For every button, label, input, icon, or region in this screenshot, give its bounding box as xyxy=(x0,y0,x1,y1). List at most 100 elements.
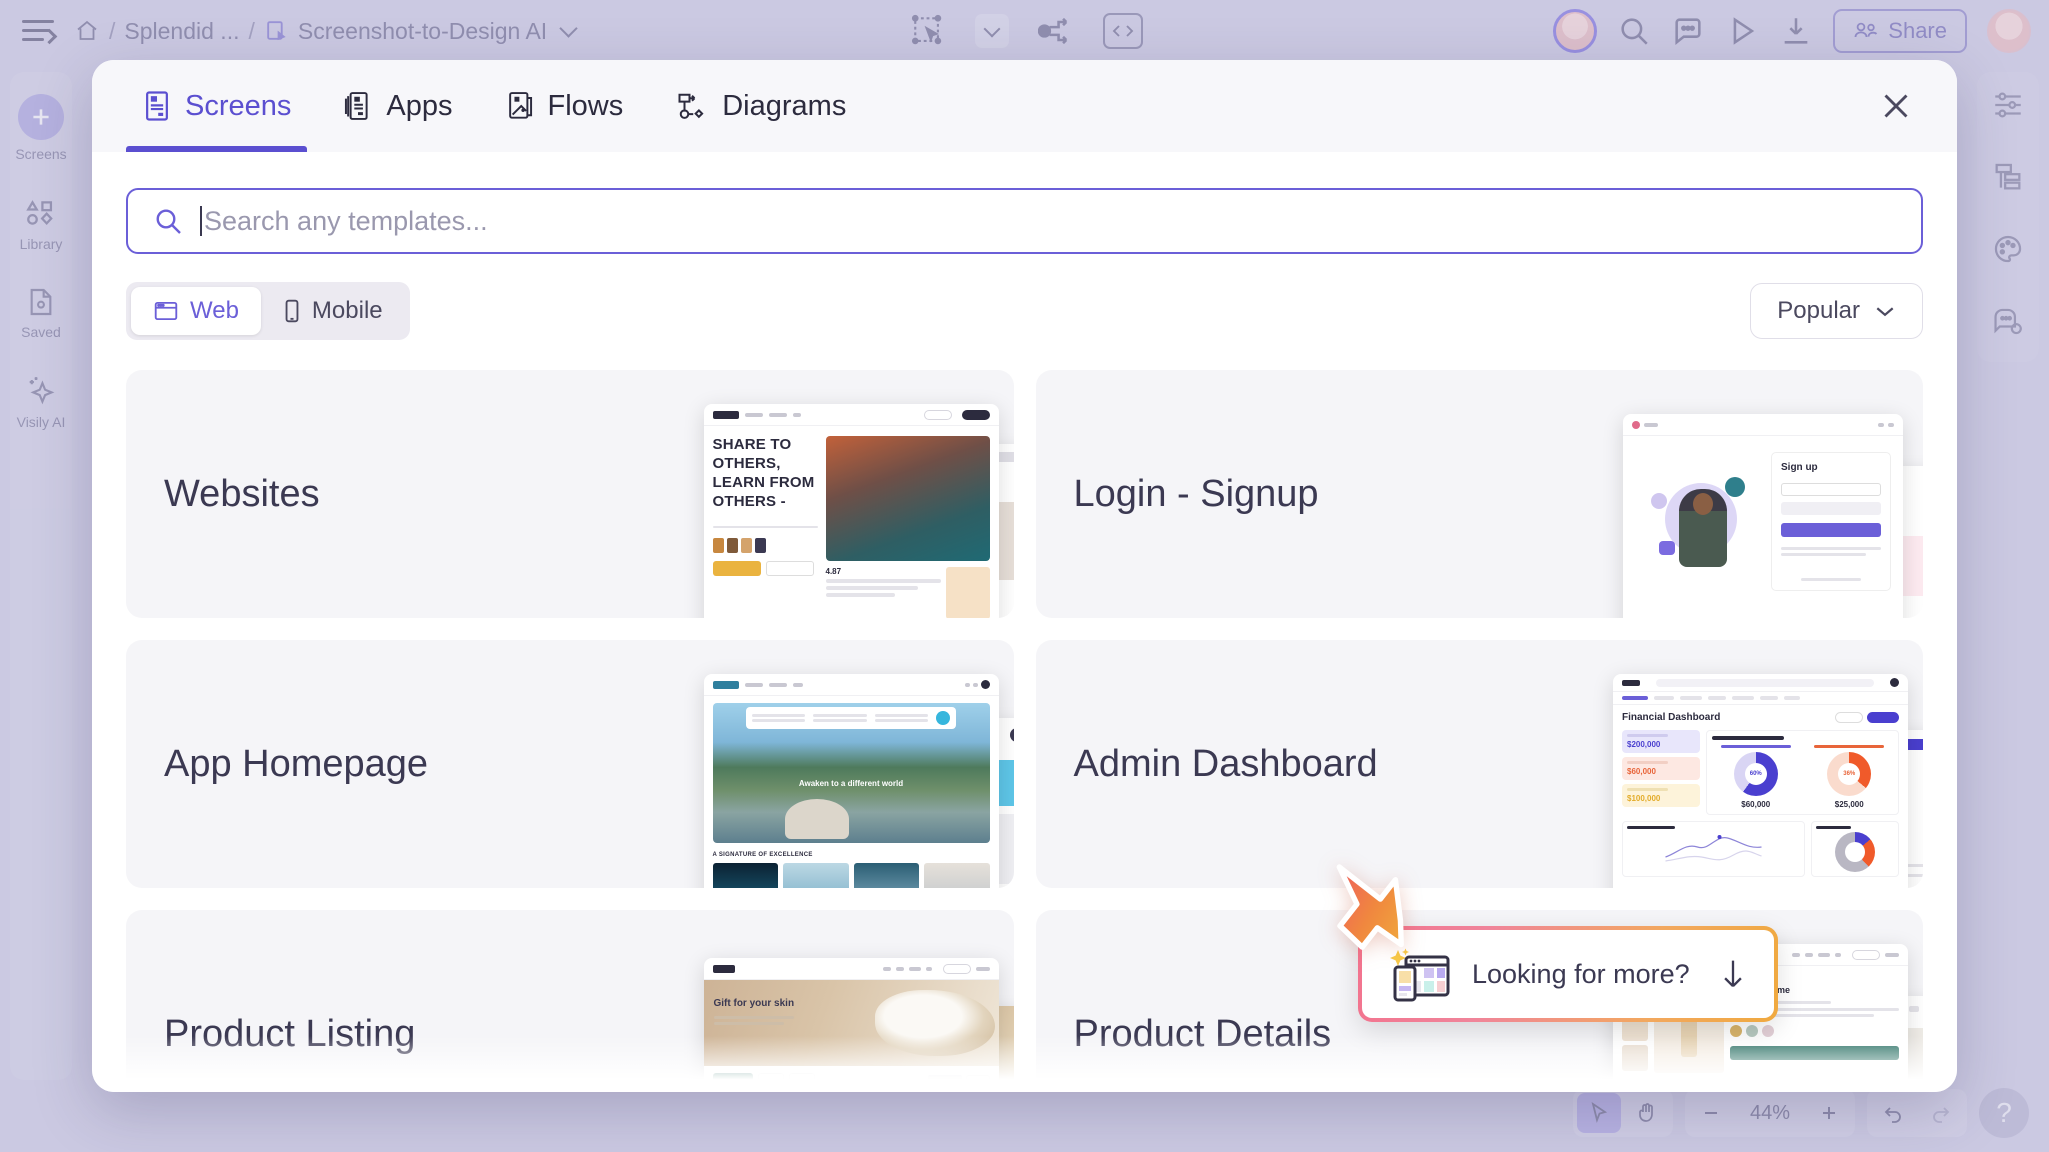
template-card-websites[interactable]: Websites SHARE TO OTHERS, LEARN FROM OTH… xyxy=(126,370,1014,618)
thumb-donut-2: 36% xyxy=(1838,763,1861,785)
template-card-login-signup[interactable]: Login - Signup Sign up xyxy=(1035,370,1923,618)
admin-dashboard-thumbnail: Financial Dashboard $200,000 $60,000 $10… xyxy=(1613,674,1923,888)
platform-filter-mobile[interactable]: Mobile xyxy=(261,287,405,335)
code-brackets-icon[interactable] xyxy=(1102,13,1143,49)
saved-file-icon xyxy=(30,288,52,316)
breadcrumb-separator-2: / xyxy=(248,17,255,44)
tab-active-indicator xyxy=(126,146,308,152)
diagrams-icon xyxy=(678,93,704,119)
flow-connector-icon[interactable] xyxy=(1035,11,1077,51)
user-avatar[interactable] xyxy=(1987,9,2031,53)
sidebar-item-label: Visily AI xyxy=(16,414,66,430)
hamburger-menu-icon[interactable] xyxy=(18,14,64,48)
zoom-group: 44% xyxy=(1685,1089,1855,1137)
sidebar-item-library[interactable]: Library xyxy=(19,196,63,252)
arrow-down-icon[interactable] xyxy=(1718,957,1748,991)
tab-screens[interactable]: Screens xyxy=(126,60,308,152)
close-icon[interactable] xyxy=(1873,83,1919,129)
tab-flows[interactable]: Flows xyxy=(489,60,640,152)
play-present-icon[interactable] xyxy=(1725,14,1759,48)
sidebar-item-saved[interactable]: Saved xyxy=(21,286,61,340)
filter-row: Web Mobile Popular xyxy=(126,282,1923,340)
tab-label: Flows xyxy=(547,89,624,122)
sidebar-item-label: Screens xyxy=(15,146,67,162)
flows-icon xyxy=(508,92,532,119)
tab-active-indicator xyxy=(327,146,468,152)
help-button[interactable]: ? xyxy=(1979,1088,2029,1138)
platform-filter-web[interactable]: Web xyxy=(131,287,261,335)
zoom-level-label[interactable]: 44% xyxy=(1737,1102,1803,1125)
frame-dropdown-button[interactable] xyxy=(974,14,1009,48)
websites-thumbnail: SHARE TO OTHERS, LEARN FROM OTHERS - 4.8… xyxy=(703,404,1014,618)
tab-apps[interactable]: Apps xyxy=(327,60,468,152)
sidebar-item-visily-ai[interactable]: Visily AI xyxy=(16,374,66,430)
sidebar-item-label: Library xyxy=(19,236,63,252)
template-card-app-homepage[interactable]: App Homepage Awaken to a different world… xyxy=(126,640,1014,888)
share-button[interactable]: Share xyxy=(1833,9,1967,53)
apps-icon xyxy=(345,92,368,120)
tab-diagrams[interactable]: Diagrams xyxy=(659,60,862,152)
thumb-listing-hero: Gift for your skin xyxy=(713,998,795,1009)
thumb-donut-value-1: $60,000 xyxy=(1741,800,1771,809)
right-sidebar xyxy=(1977,72,2039,362)
plus-circle-icon xyxy=(17,94,64,140)
sidebar-item-screens[interactable]: Screens xyxy=(15,94,67,162)
tool-mode-group xyxy=(1573,1089,1673,1137)
tab-active-indicator xyxy=(659,146,862,152)
redo-icon[interactable] xyxy=(1919,1093,1963,1133)
hand-pan-icon[interactable] xyxy=(1625,1093,1669,1133)
sparkle-ai-icon xyxy=(29,377,55,405)
home-icon[interactable] xyxy=(74,19,100,43)
comment-icon[interactable] xyxy=(1671,14,1705,48)
template-card-title: Admin Dashboard xyxy=(1073,742,1378,785)
sidebar-item-label: Saved xyxy=(21,324,61,340)
chevron-down-icon xyxy=(1876,307,1894,317)
undo-icon[interactable] xyxy=(1871,1093,1915,1133)
search-icon[interactable] xyxy=(1617,14,1651,48)
zoom-out-button[interactable] xyxy=(1689,1093,1733,1133)
collaborator-avatar[interactable] xyxy=(1553,9,1598,53)
thumb-metric-1: $200,000 xyxy=(1627,740,1661,749)
search-input[interactable]: Search any templates... xyxy=(126,188,1923,254)
thumb-metric-3: $100,000 xyxy=(1627,794,1661,803)
breadcrumb-workspace[interactable]: Splendid ... xyxy=(124,18,239,45)
screenshot-to-design-icon xyxy=(267,20,286,40)
breadcrumb-project[interactable]: Screenshot-to-Design AI xyxy=(298,18,547,45)
top-right-tools: Share xyxy=(1553,9,2031,53)
people-share-icon xyxy=(1854,22,1878,38)
template-card-admin-dashboard[interactable]: Admin Dashboard Financial Dashboard $200… xyxy=(1035,640,1923,888)
platform-filter-label: Web xyxy=(190,297,239,324)
thumb-dashboard-title: Financial Dashboard xyxy=(1622,712,1721,723)
mobile-phone-icon xyxy=(285,299,299,323)
left-sidebar: Screens Library Saved Visily AI xyxy=(10,72,72,1080)
thumb-hero-text: SHARE TO OTHERS, LEARN FROM OTHERS - xyxy=(712,436,815,510)
download-icon[interactable] xyxy=(1779,14,1813,48)
layout-layers-icon[interactable] xyxy=(1991,160,2025,194)
orange-pointer-arrow xyxy=(1336,864,1404,950)
template-card-product-listing[interactable]: Product Listing Gift for your skin xyxy=(126,910,1014,1092)
breadcrumb: / Splendid ... / Screenshot-to-Design AI xyxy=(74,17,578,45)
zoom-in-button[interactable] xyxy=(1807,1093,1851,1133)
shapes-library-icon xyxy=(26,200,53,225)
callout-label: Looking for more? xyxy=(1472,958,1690,989)
template-card-title: Product Details xyxy=(1073,1012,1332,1055)
sliders-settings-icon[interactable] xyxy=(1991,88,2025,122)
sort-dropdown[interactable]: Popular xyxy=(1750,283,1923,339)
search-icon xyxy=(156,209,181,234)
modal-tabs: Screens Apps Flows Diagrams xyxy=(126,60,862,152)
screen-icon xyxy=(146,91,168,121)
comment-settings-icon[interactable] xyxy=(1990,304,2026,338)
tab-label: Apps xyxy=(386,89,453,122)
top-center-tools xyxy=(907,11,1143,51)
search-placeholder-row: Search any templates... xyxy=(200,205,488,237)
thumb-homepage-section: A SIGNATURE OF EXCELLENCE xyxy=(712,852,813,858)
tab-active-indicator xyxy=(489,146,640,152)
product-listing-thumbnail: Gift for your skin xyxy=(703,944,1014,1092)
web-browser-icon xyxy=(154,301,178,321)
chevron-down-icon[interactable] xyxy=(559,18,578,38)
cursor-select-icon[interactable] xyxy=(1577,1093,1621,1133)
color-palette-icon[interactable] xyxy=(1991,232,2025,266)
frame-select-icon[interactable] xyxy=(907,11,949,51)
top-toolbar: / Splendid ... / Screenshot-to-Design AI xyxy=(0,0,2049,62)
tab-label: Diagrams xyxy=(722,89,847,122)
